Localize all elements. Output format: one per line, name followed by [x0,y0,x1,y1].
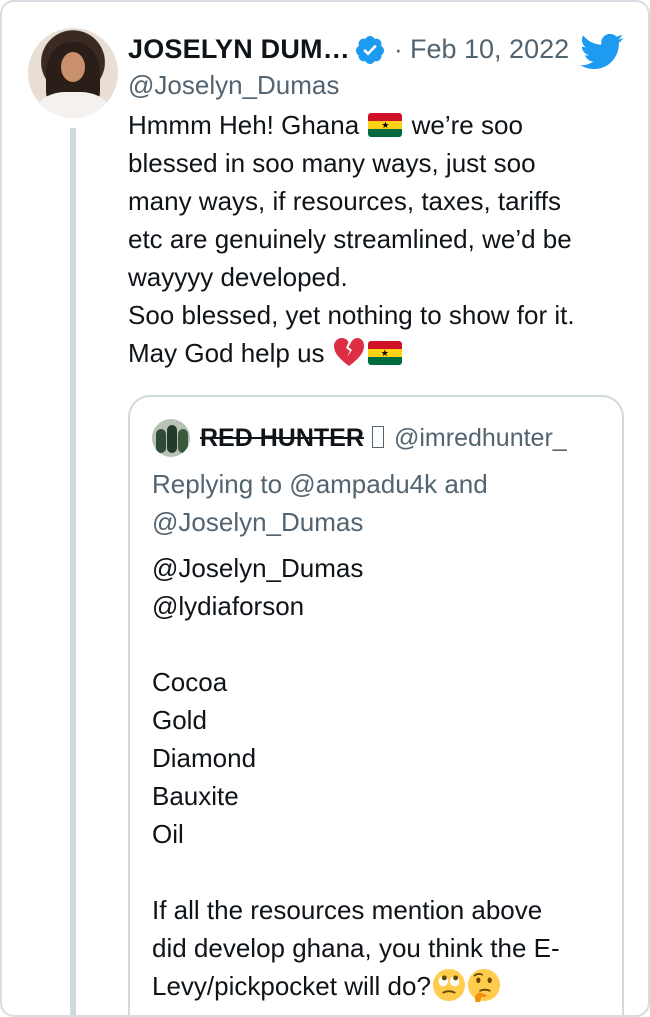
quoted-author-avatar[interactable] [152,419,190,457]
quoted-text-line: Gold [152,705,207,735]
unknown-glyph-icon [372,426,384,448]
tweet-text: Hmmm Heh! Ghana ★ we’re soo blessed in s… [128,106,628,372]
broken-heart-icon [333,338,364,366]
thread-line [70,128,76,1015]
tweet-text-line: Hmmm Heh! Ghana [128,110,367,140]
replying-to: Replying to @ampadu4k and @Joselyn_Dumas [152,465,612,541]
quoted-author-name[interactable]: RED HUNTER [200,424,364,453]
verified-badge-icon [355,36,384,64]
quoted-author-handle[interactable]: @imredhunter_ [394,424,567,453]
quoted-text-line: Cocoa [152,667,228,697]
tweet-text-line: blessed in soo many ways, just soo [128,148,536,178]
quoted-text-line: Diamond [152,743,257,773]
author-name[interactable]: JOSELYN DUM… [128,34,350,65]
quoted-text-line [152,625,612,663]
replying-to-line[interactable]: @Joselyn_Dumas [152,503,612,541]
quoted-text-line: Oil [152,819,184,849]
quoted-text-line: @Joselyn_Dumas [152,553,364,583]
tweet-card[interactable]: JOSELYN DUM… · Feb 10, 2022 @Joselyn_Dum… [0,0,650,1017]
ghana-flag-icon: ★ [368,113,403,137]
tweet-text-line: Soo blessed, yet nothing to show for it. [128,300,575,330]
tweet-date[interactable]: Feb 10, 2022 [410,34,569,65]
quoted-text-line: @lydiaforson [152,591,305,621]
replying-to-line[interactable]: Replying to @ampadu4k and [152,465,612,503]
ghana-flag-icon: ★ [367,341,402,365]
quoted-tweet[interactable]: RED HUNTER @imredhunter_ Replying to @am… [128,395,624,1015]
author-handle[interactable]: @Joselyn_Dumas [128,70,339,101]
twitter-bird-icon[interactable] [580,32,624,70]
quoted-tweet-text: @Joselyn_Dumas @lydiaforson Cocoa Gold D… [152,549,612,1005]
thinking-face-emoji-icon [467,968,500,1002]
tweet-header: JOSELYN DUM… · Feb 10, 2022 [128,30,628,70]
tweet-text-line: May God help us [128,338,332,368]
separator-dot: · [394,34,403,64]
quoted-text-line: If all the resources mention above [152,895,543,925]
author-avatar[interactable] [28,28,118,118]
quoted-text-line: did develop ghana, you think the E- [152,933,560,963]
tweet-text-line: etc are genuinely streamlined, we’d be [128,224,572,254]
quoted-text-line: Bauxite [152,781,239,811]
tweet-text-line: we’re soo [404,110,523,140]
tweet-text-line: wayyyy developed. [128,262,348,292]
tweet-text-line: many ways, if resources, taxes, tariffs [128,186,561,216]
eye-roll-emoji-icon [432,968,465,1002]
quoted-text-line: Levy/pickpocket will do? [152,971,431,1001]
quoted-text-line [152,853,612,891]
